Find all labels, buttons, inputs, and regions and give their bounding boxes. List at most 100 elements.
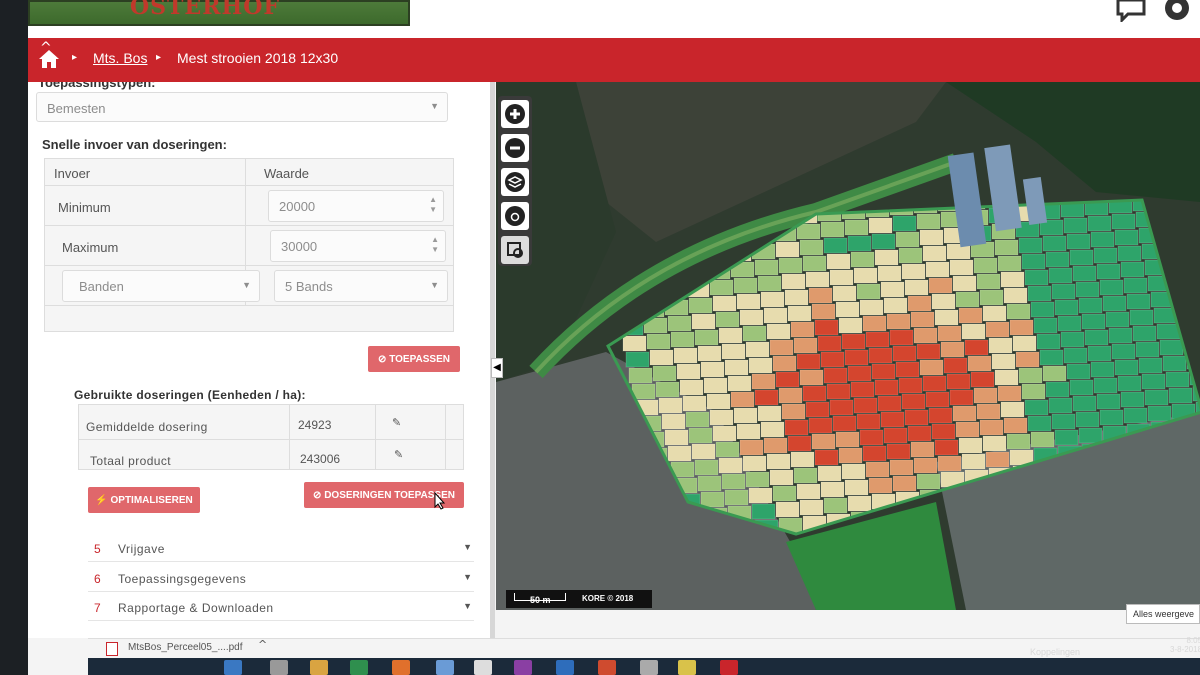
dose-zone-cell [862,445,887,462]
dose-zone-cell [982,305,1007,322]
dose-zone-cell [1162,355,1187,372]
taskbar-app-icon[interactable] [640,660,658,675]
apply-button[interactable]: ⊘ TOEPASSEN [368,346,460,372]
pencil-icon[interactable]: ✎ [394,448,403,461]
chrome-icon[interactable] [392,660,410,675]
brand-logo[interactable]: OSTERHOF [28,0,410,26]
chevron-up-icon[interactable]: ^ [258,638,267,651]
onenote-icon[interactable] [514,660,532,675]
dose-zone-cell [961,453,986,470]
dose-zone-cell [958,437,983,454]
taskbar-app-icon[interactable] [310,660,328,675]
powerpoint-icon[interactable] [598,660,616,675]
layers-icon[interactable] [501,168,529,196]
prescription-map[interactable] [496,82,1200,610]
used-doses-title: Gebruikte doseringen (Eenheden / ha): [74,388,306,402]
dose-zone-cell [796,353,821,370]
dose-zone-cell [1021,253,1046,270]
dose-zone-cell [1066,363,1091,380]
collapse-panel-button[interactable]: ◀ [491,358,503,378]
select-icon[interactable] [501,236,529,264]
dose-zone-cell [778,387,803,404]
accordion-application-data[interactable]: 6 Toepassingsgegevens ▼ [88,566,474,592]
outlook-icon[interactable] [556,660,574,675]
dose-zone-cell [799,499,824,516]
dose-zone-cell [871,363,896,380]
dose-zone-cell [673,347,698,364]
stepper-icon[interactable]: ▲ ▼ [429,195,437,215]
dose-zone-cell [856,283,881,300]
dose-zone-cell [952,275,977,292]
dose-zone-cell [1045,381,1070,398]
dose-zone-cell [982,435,1007,452]
zoom-in-icon[interactable] [501,100,529,128]
dose-zone-cell [826,383,851,400]
dose-zone-cell [820,221,845,238]
bands-select-value: Banden [79,279,124,294]
dose-zone-cell [721,473,746,490]
dose-zone-cell [691,313,716,330]
dose-zone-cell [730,391,755,408]
dose-zone-cell [991,353,1016,370]
dose-zone-cell [985,321,1010,338]
zoom-out-icon[interactable] [501,134,529,162]
accordion-release[interactable]: 5 Vrijgave ▼ [88,536,474,562]
excel-icon[interactable] [350,660,368,675]
dose-zone-cell [772,485,797,502]
bands-select[interactable]: Banden ▼ [62,270,260,302]
bands-count-value: 5 Bands [285,279,333,294]
dose-zone-cell [1027,415,1052,432]
pencil-icon[interactable]: ✎ [392,416,401,429]
acrobat-icon[interactable] [720,660,738,675]
links-toolbar-label[interactable]: Koppelingen [1030,647,1080,657]
dose-zone-cell [754,389,779,406]
column-header-input: Invoer [54,166,91,181]
camera-icon[interactable] [501,202,529,230]
dose-zone-cell [808,287,833,304]
minimum-field[interactable]: 20000 ▲ ▼ [268,190,444,222]
dose-zone-cell [709,279,734,296]
dose-zone-cell [844,479,869,496]
downloaded-file-name[interactable]: MtsBos_Perceel05_....pdf [128,642,243,653]
gear-icon[interactable] [1160,0,1194,26]
taskbar-app-icon[interactable] [224,660,242,675]
dose-zone-cell [751,503,776,520]
dose-zone-cell [742,325,767,342]
dose-zone-cell [916,213,941,230]
dose-zone-cell [892,215,917,232]
maximum-field[interactable]: 30000 ▲ ▼ [270,230,446,262]
show-all-button[interactable]: Alles weergeve [1126,604,1200,624]
dose-zone-cell [793,337,818,354]
taskbar-app-icon[interactable] [270,660,288,675]
dose-zone-cell [679,379,704,396]
type-select[interactable]: Bemesten ▼ [36,92,448,122]
dose-zone-cell [922,245,947,262]
dose-zone-cell [823,237,848,254]
dose-zone-cell [967,355,992,372]
dose-zone-cell [775,241,800,258]
taskbar-app-icon[interactable] [436,660,454,675]
taskbar-app-icon[interactable] [474,660,492,675]
accordion-reporting[interactable]: 7 Rapportage & Downloaden ▼ [88,595,474,621]
optimize-button[interactable]: ⚡ OPTIMALISEREN [88,487,200,513]
dose-zone-cell [1159,339,1184,356]
bands-count-select[interactable]: 5 Bands ▼ [274,270,448,302]
dose-zone-cell [886,313,911,330]
dose-zone-cell [889,329,914,346]
stepper-icon[interactable]: ▲ ▼ [431,235,439,255]
chat-icon[interactable] [1116,0,1146,22]
dose-zone-cell [787,305,812,322]
dose-zone-cell [715,311,740,328]
dose-zone-cell [835,301,860,318]
dose-zone-cell [874,249,899,266]
taskbar-app-icon[interactable] [678,660,696,675]
dose-zone-cell [925,261,950,278]
collapse-caret-icon[interactable]: ^ [40,40,52,56]
chevron-down-icon: ▼ [430,101,439,111]
dose-zone-cell [940,341,965,358]
dose-zone-cell [1030,301,1055,318]
dose-zone-cell [799,239,824,256]
breadcrumb-company-link[interactable]: Mts. Bos [93,50,147,66]
dose-zone-cell [847,495,872,512]
dose-zone-cell [877,395,902,412]
